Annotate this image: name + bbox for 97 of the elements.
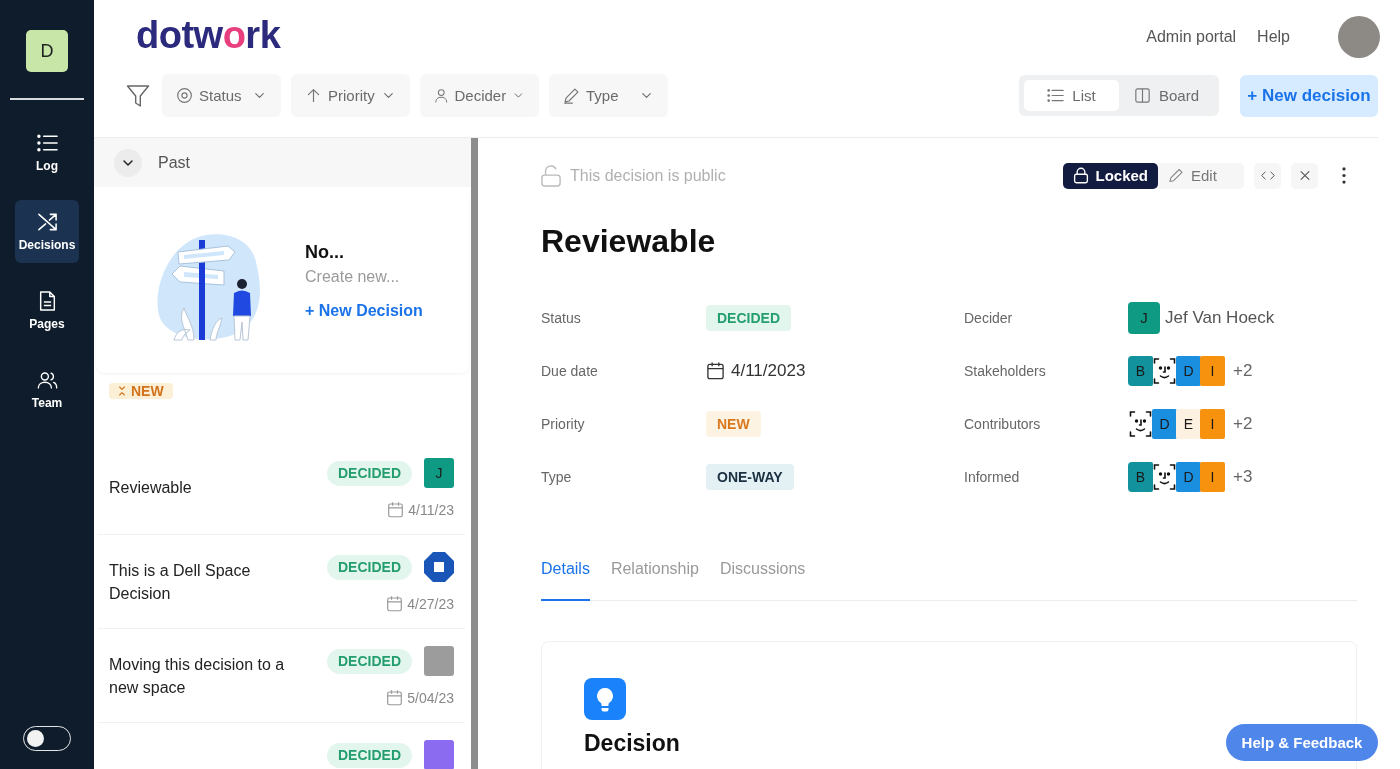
calendar-icon xyxy=(386,689,404,706)
status-badge: DECIDED xyxy=(327,460,412,486)
filter-icon[interactable] xyxy=(126,83,150,108)
initial-avatar: D xyxy=(1176,461,1201,492)
brand-logo: dotwork xyxy=(136,13,281,57)
lightbulb-icon xyxy=(584,678,626,720)
property-label: Informed xyxy=(964,468,1021,485)
calendar-icon xyxy=(386,595,404,612)
chevrons-icon xyxy=(118,385,126,397)
decision-title: Reviewable xyxy=(109,478,193,498)
calendar-icon xyxy=(387,501,405,518)
initial-avatar: I xyxy=(1200,355,1225,386)
help-feedback-button[interactable]: Help & Feedback xyxy=(1226,724,1378,761)
priority-group-tag[interactable]: NEW xyxy=(109,383,173,399)
face-scan-icon xyxy=(1152,355,1177,386)
group-label: Past xyxy=(158,153,190,172)
new-decision-button[interactable]: + New decision xyxy=(1240,74,1378,117)
decision-heading: Reviewable xyxy=(541,222,716,261)
decision-date: 5/04/23 xyxy=(407,689,454,706)
visibility-text: This decision is public xyxy=(570,166,726,185)
face-scan-icon xyxy=(1128,408,1153,439)
filter-dropdown[interactable]: Priority xyxy=(291,74,410,117)
decision-row[interactable]: This is a Dell Space Decision DECIDED 4/27/23 xyxy=(98,535,465,629)
lock-icon xyxy=(1073,167,1090,184)
initial-avatar: B xyxy=(1128,355,1153,386)
code-icon xyxy=(1260,170,1275,181)
initial-avatar: E xyxy=(1176,408,1201,439)
initial-avatar: I xyxy=(1200,461,1225,492)
unlocked-icon xyxy=(541,164,561,187)
nav-item[interactable]: Log xyxy=(15,121,79,184)
decision-date: 4/27/23 xyxy=(407,595,454,612)
initial-avatar: I xyxy=(1200,408,1225,439)
decision-row[interactable]: DECIDED xyxy=(98,723,465,769)
header-link[interactable]: Help xyxy=(1257,28,1290,46)
filter-dropdown[interactable]: Decider xyxy=(420,74,539,117)
view-tab[interactable]: Board xyxy=(1119,80,1214,111)
filter-dropdown[interactable]: Type xyxy=(549,74,668,117)
tab[interactable]: Details xyxy=(541,559,590,601)
initial-avatar: J xyxy=(1128,301,1160,334)
group-header[interactable]: Past xyxy=(94,138,471,187)
person-name[interactable]: Jef Van Hoeck xyxy=(1165,307,1275,328)
circle-dot-icon xyxy=(176,87,193,104)
status-badge: DECIDED xyxy=(327,742,412,768)
more-count[interactable]: +2 xyxy=(1233,360,1253,381)
octagon-logo-icon xyxy=(424,552,454,582)
decision-title: This is a Dell Space Decision xyxy=(109,560,252,604)
chevron-down-icon[interactable] xyxy=(114,148,142,177)
list-icon xyxy=(1047,88,1065,103)
initial-avatar: D xyxy=(1152,408,1177,439)
property-label: Status xyxy=(541,309,582,326)
property-label: Type xyxy=(541,468,573,485)
initial-avatar: D xyxy=(1176,355,1201,386)
list-icon xyxy=(36,132,58,153)
decision-date: 4/11/23 xyxy=(408,501,454,518)
empty-state-subtitle: Create new... xyxy=(305,267,401,287)
status-badge: DECIDED xyxy=(327,648,412,674)
decision-title: Moving this decision to a new space xyxy=(109,654,286,698)
type-badge[interactable]: ONE-WAY xyxy=(706,463,794,490)
due-date[interactable]: 4/11/2023 xyxy=(731,360,806,381)
initial-avatar: B xyxy=(1128,461,1153,492)
status-badge[interactable]: DECIDED xyxy=(706,304,791,331)
more-options-icon[interactable] xyxy=(1342,167,1346,184)
nav-item[interactable]: Pages xyxy=(15,279,79,342)
more-count[interactable]: +3 xyxy=(1233,466,1253,487)
property-label: Contributors xyxy=(964,415,1042,432)
tab[interactable]: Discussions xyxy=(719,559,806,601)
property-label: Stakeholders xyxy=(964,362,1047,379)
nav-item[interactable]: Decisions xyxy=(15,200,79,263)
pencil-icon xyxy=(1168,167,1184,184)
decision-row[interactable]: Reviewable DECIDED J 4/11/23 xyxy=(98,441,465,535)
close-button[interactable] xyxy=(1291,162,1318,189)
header-link[interactable]: Admin portal xyxy=(1146,28,1237,46)
arrow-up-icon xyxy=(305,87,322,104)
empty-state-title: No... xyxy=(305,241,345,263)
calendar-icon xyxy=(706,361,725,380)
section-title: Decision xyxy=(584,730,680,757)
user-avatar[interactable] xyxy=(1338,16,1380,58)
nav-item[interactable]: Team xyxy=(15,358,79,421)
columns-icon xyxy=(1134,88,1151,103)
pencil-icon xyxy=(563,87,580,104)
face-scan-icon xyxy=(1152,461,1177,492)
person-icon xyxy=(434,87,449,104)
people-icon xyxy=(36,369,58,390)
view-tab[interactable]: List xyxy=(1024,80,1119,111)
new-decision-link[interactable]: + New Decision xyxy=(305,301,423,321)
initial-avatar: J xyxy=(424,458,454,488)
workspace-avatar[interactable]: D xyxy=(26,30,68,72)
filter-dropdown[interactable]: Status xyxy=(162,74,281,117)
close-icon xyxy=(1297,170,1312,181)
property-label: Due date xyxy=(541,362,599,379)
property-label: Priority xyxy=(541,415,586,432)
locked-button[interactable]: Locked xyxy=(1063,162,1158,189)
status-badge: DECIDED xyxy=(327,554,412,580)
shuffle-icon xyxy=(36,211,58,232)
more-count[interactable]: +2 xyxy=(1233,413,1253,434)
property-label: Decider xyxy=(964,309,1014,326)
decision-row[interactable]: Moving this decision to a new space DECIDED 5/04/23 xyxy=(98,629,465,723)
